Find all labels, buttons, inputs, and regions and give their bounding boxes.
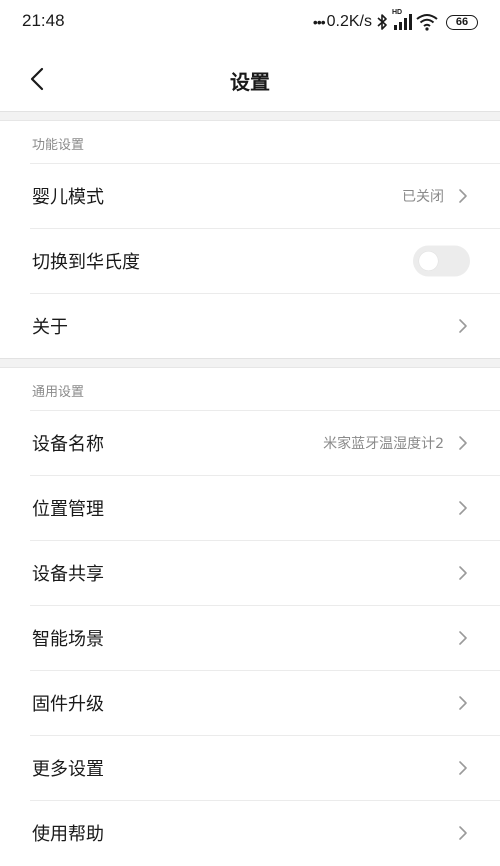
row-more-settings[interactable]: 更多设置 [0, 735, 500, 800]
row-smart-scene[interactable]: 智能场景 [0, 605, 500, 670]
row-about[interactable]: 关于 [0, 293, 500, 358]
chevron-right-icon [456, 693, 470, 713]
more-dots: ••• [312, 14, 326, 30]
row-label: 固件升级 [32, 693, 104, 715]
row-label: 设备名称 [32, 433, 104, 455]
status-bar: 21:48 ••• 0.2K/s HD 66 [0, 0, 500, 44]
row-label: 位置管理 [32, 498, 104, 520]
chevron-right-icon [456, 186, 470, 206]
chevron-right-icon [456, 316, 470, 336]
row-divider [30, 410, 500, 411]
row-label: 关于 [32, 316, 68, 338]
row-divider [30, 475, 500, 476]
row-value: 米家蓝牙温湿度计2 [323, 435, 444, 452]
row-baby-mode[interactable]: 婴儿模式 已关闭 [0, 163, 500, 228]
chevron-right-icon [456, 758, 470, 778]
section-divider [0, 111, 500, 121]
row-device-name[interactable]: 设备名称 米家蓝牙温湿度计2 [0, 410, 500, 475]
row-label: 智能场景 [32, 628, 104, 650]
fahrenheit-toggle[interactable] [413, 245, 470, 276]
chevron-right-icon [456, 823, 470, 843]
row-divider [30, 163, 500, 164]
row-divider [30, 605, 500, 606]
bluetooth-icon [376, 13, 388, 31]
section-header-function: 功能设置 [32, 138, 85, 153]
row-label: 切换到华氏度 [32, 251, 140, 273]
toggle-knob [419, 251, 438, 270]
row-firmware-upgrade[interactable]: 固件升级 [0, 670, 500, 735]
chevron-right-icon [456, 628, 470, 648]
row-divider [30, 228, 500, 229]
row-help[interactable]: 使用帮助 [0, 800, 500, 865]
network-speed: ••• 0.2K/s [313, 13, 372, 31]
status-icons: ••• 0.2K/s HD 66 [313, 9, 478, 33]
wifi-icon [416, 13, 438, 31]
row-location[interactable]: 位置管理 [0, 475, 500, 540]
row-device-share[interactable]: 设备共享 [0, 540, 500, 605]
title-bar: 设置 [0, 44, 500, 112]
signal-icon: HD [392, 9, 412, 31]
chevron-right-icon [456, 498, 470, 518]
row-divider [30, 735, 500, 736]
battery-icon: 66 [446, 14, 478, 30]
row-divider [30, 293, 500, 294]
network-speed-value: 0.2K/s [326, 13, 372, 30]
row-label: 设备共享 [32, 563, 104, 585]
row-label: 使用帮助 [32, 823, 104, 845]
chevron-right-icon [456, 563, 470, 583]
row-value: 已关闭 [402, 188, 444, 205]
row-divider [30, 670, 500, 671]
hd-label: HD [392, 9, 403, 16]
status-time: 21:48 [22, 11, 65, 30]
chevron-right-icon [456, 433, 470, 453]
row-divider [30, 540, 500, 541]
row-divider [30, 800, 500, 801]
row-fahrenheit: 切换到华氏度 [0, 228, 500, 293]
row-label: 婴儿模式 [32, 186, 104, 208]
section-divider [0, 358, 500, 368]
page-title: 设置 [230, 70, 270, 94]
section-header-general: 通用设置 [32, 385, 85, 400]
row-label: 更多设置 [32, 758, 104, 780]
